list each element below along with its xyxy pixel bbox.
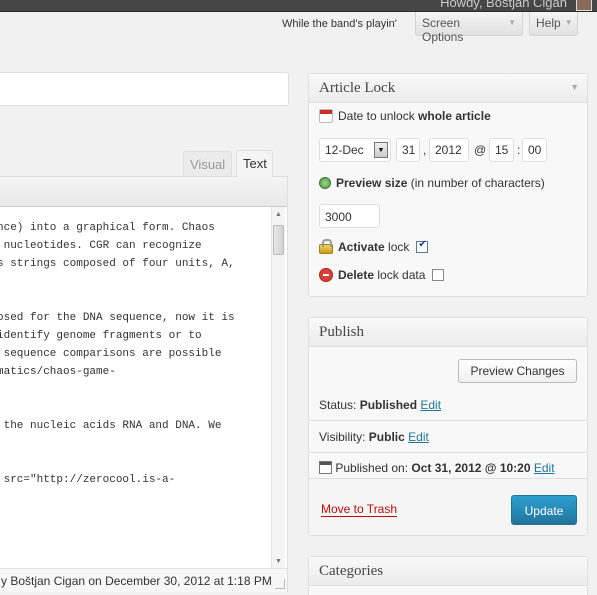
editor-line: sequence comparisons are possible (0, 348, 222, 360)
publish-actions: Move to Trash Update (309, 478, 587, 535)
status-value: Published (359, 398, 418, 412)
unlock-month-select[interactable]: 12-Dec ▼ (319, 138, 391, 162)
activate-lock-row: Activate lock (319, 239, 429, 254)
editor-line: osed for the DNA sequence, now it is (0, 312, 235, 324)
editor-line: matics/chaos-game- (0, 366, 116, 378)
move-to-trash-link[interactable]: Move to Trash (321, 502, 398, 517)
lock-icon (319, 239, 333, 254)
editor-line: s strings composed of four units, A, (0, 258, 235, 270)
chevron-down-icon: ▼ (564, 18, 573, 27)
calendar-icon (319, 109, 333, 123)
howdy-user-link[interactable]: Howdy, Boštjan Cigan (440, 0, 567, 10)
editor-toolbar (0, 177, 287, 207)
unlock-date-row: Date to unlock whole article (319, 109, 491, 123)
delete-lock-label: Delete lock data (338, 268, 426, 282)
editor-line: nce) into a graphical form. Chaos (0, 222, 215, 234)
post-title-input[interactable] (0, 72, 289, 106)
scroll-down-icon[interactable]: ▼ (275, 558, 282, 565)
help-button[interactable]: Help ▼ (529, 12, 578, 36)
editor-textarea[interactable]: nce) into a graphical form. Chaos nucleo… (0, 207, 271, 568)
article-lock-header[interactable]: Article Lock ▼ (309, 74, 587, 103)
categories-header[interactable]: Categories (309, 557, 587, 586)
status-line: Status: Published Edit (319, 398, 442, 412)
update-button[interactable]: Update (511, 495, 577, 525)
visibility-line: Visibility: Public Edit (319, 430, 429, 444)
editor-scrollbar[interactable]: ▲ ▼ (271, 207, 285, 568)
date-separator: , (423, 143, 427, 157)
unlock-hour-input[interactable]: 15 (489, 138, 514, 162)
editor-line: src="http://zerocool.is-a- (0, 474, 176, 486)
time-separator: : (517, 143, 521, 157)
preview-size-row: Preview size (in number of characters) (319, 176, 545, 190)
divider (309, 452, 587, 453)
hello-dolly-quote: While the band's playin' (282, 18, 397, 30)
scrollbar-thumb[interactable] (273, 225, 284, 255)
avatar[interactable] (576, 0, 592, 11)
delete-lock-checkbox[interactable] (432, 269, 445, 281)
publish-box: Publish Preview Changes Status: Publishe… (308, 317, 588, 536)
categories-box: Categories (308, 556, 588, 595)
edit-date-link[interactable]: Edit (534, 461, 555, 475)
post-editor: nce) into a graphical form. Chaos nucleo… (0, 176, 288, 592)
unlock-minute-input[interactable]: 00 (522, 138, 547, 162)
screen-options-label: Screen Options (422, 16, 464, 44)
last-edited-info: y Boštjan Cigan on December 30, 2012 at … (0, 568, 287, 592)
unlock-date-label: Date to unlock whole article (338, 109, 491, 123)
calendar-icon (319, 461, 332, 474)
article-lock-title: Article Lock (319, 80, 396, 96)
delete-lock-row: Delete lock data (319, 268, 445, 282)
edit-status-link[interactable]: Edit (420, 398, 441, 412)
magnifier-icon (319, 177, 331, 189)
screen-options-button[interactable]: Screen Options ▼ (415, 12, 523, 44)
preview-size-label: Preview size (in number of characters) (336, 176, 545, 190)
tab-text[interactable]: Text (236, 150, 273, 177)
activate-lock-label: Activate lock (338, 240, 410, 254)
collapse-arrow-icon[interactable]: ▼ (570, 82, 579, 92)
published-date-value: Oct 31, 2012 @ 10:20 (411, 461, 531, 475)
editor-line: identify genome fragments or to (0, 330, 202, 342)
preview-size-input[interactable]: 3000 (319, 204, 380, 228)
unlock-day-input[interactable]: 31 (396, 138, 420, 162)
publish-title: Publish (319, 324, 365, 340)
visibility-value: Public (368, 430, 405, 444)
published-on-line: Published on: Oct 31, 2012 @ 10:20 Edit (319, 461, 555, 475)
delete-icon (319, 268, 333, 282)
chevron-down-icon[interactable]: ▼ (374, 142, 388, 158)
divider (309, 420, 587, 421)
preview-changes-button[interactable]: Preview Changes (458, 359, 577, 383)
editor-line: nucleotides. CGR can recognize (0, 240, 202, 252)
editor-line: the nucleic acids RNA and DNA. We (0, 420, 222, 432)
categories-title: Categories (319, 563, 384, 579)
edit-visibility-link[interactable]: Edit (408, 430, 429, 444)
admin-bar: Howdy, Boštjan Cigan (0, 0, 597, 12)
time-at-separator: @ (474, 143, 487, 157)
chevron-down-icon: ▼ (508, 18, 516, 27)
help-label: Help (536, 16, 561, 30)
publish-header[interactable]: Publish (309, 318, 587, 347)
resize-handle[interactable] (275, 579, 285, 589)
scroll-up-icon[interactable]: ▲ (275, 211, 282, 218)
unlock-year-input[interactable]: 2012 (429, 138, 469, 162)
unlock-month-value: 12-Dec (325, 143, 364, 157)
activate-lock-checkbox[interactable] (416, 239, 429, 253)
tab-visual[interactable]: Visual (183, 151, 232, 176)
